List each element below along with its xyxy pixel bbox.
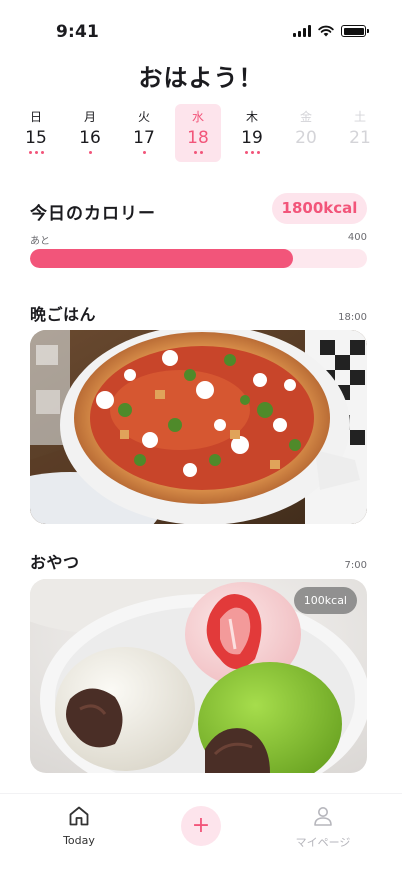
tab-today-label: Today	[63, 834, 95, 847]
meal-dots	[121, 151, 167, 155]
meal-dot	[193, 151, 197, 154]
day-of-week-label: 火	[137, 110, 150, 124]
user-icon	[314, 807, 332, 826]
meal-title-snack: おやつ	[30, 553, 80, 572]
day-of-week-label: 土	[353, 110, 366, 124]
day-number: 15	[25, 128, 47, 148]
day-thursday[interactable]: 木 19	[229, 104, 275, 162]
pizza-photo	[30, 330, 367, 524]
day-of-week-label: 日	[29, 110, 42, 124]
tab-mypage[interactable]: マイページ	[278, 804, 368, 850]
day-of-week-label: 木	[245, 110, 258, 124]
day-number: 18	[187, 128, 209, 148]
wifi-icon	[318, 25, 334, 37]
calorie-goal-badge: 1800kcal	[272, 193, 367, 224]
remaining-label: あと	[30, 236, 50, 247]
dinner-meal-card[interactable]	[30, 330, 367, 524]
day-number: 19	[241, 128, 263, 148]
week-date-strip: 日 15 月 16 火 17 水 18 木 19 金 20 土 21	[10, 104, 394, 164]
meal-time-snack: 7:00	[344, 560, 367, 571]
status-bar: 9:41	[0, 0, 402, 56]
meal-dot	[34, 151, 38, 154]
day-sunday[interactable]: 日 15	[13, 104, 59, 162]
day-number: 16	[79, 128, 101, 148]
home-icon	[69, 806, 89, 826]
day-of-week-label: 水	[191, 110, 204, 124]
meal-title-dinner: 晩ごはん	[30, 305, 97, 324]
meal-dots	[13, 151, 59, 155]
day-wednesday[interactable]: 水 18	[175, 104, 221, 162]
battery-icon	[341, 25, 369, 37]
tab-today[interactable]: Today	[34, 804, 124, 847]
add-meal-button[interactable]: +	[181, 806, 221, 846]
meal-dots	[229, 151, 275, 155]
meal-dot	[40, 151, 44, 154]
meal-dots	[175, 151, 221, 155]
meal-dot	[250, 151, 254, 154]
calorie-section-title: 今日のカロリー	[30, 204, 156, 224]
meal-dot	[28, 151, 32, 154]
meal-dot	[142, 151, 146, 154]
calorie-progress-bar	[30, 249, 367, 268]
day-of-week-label: 月	[83, 110, 96, 124]
status-time: 9:41	[56, 22, 100, 42]
day-number: 21	[349, 128, 371, 148]
meal-dot	[244, 151, 248, 154]
status-icons	[293, 25, 369, 37]
day-monday[interactable]: 月 16	[67, 104, 113, 162]
day-number: 17	[133, 128, 155, 148]
meal-dots	[337, 151, 383, 155]
bottom-tab-bar: Today + マイページ	[0, 793, 402, 875]
meal-dot	[88, 151, 92, 154]
meal-dots	[67, 151, 113, 155]
remaining-value: 400	[347, 232, 367, 243]
day-of-week-label: 金	[299, 110, 312, 124]
page-title: おはよう！	[138, 64, 264, 92]
day-tuesday[interactable]: 火 17	[121, 104, 167, 162]
meal-dots	[283, 151, 329, 155]
tab-mypage-label: マイページ	[295, 836, 351, 849]
day-friday[interactable]: 金 20	[283, 104, 329, 162]
day-number: 20	[295, 128, 317, 148]
snack-kcal-badge: 100kcal	[293, 587, 357, 614]
day-saturday[interactable]: 土 21	[337, 104, 383, 162]
meal-dot	[256, 151, 260, 154]
meal-dot	[199, 151, 203, 154]
calorie-progress-fill	[30, 249, 293, 268]
snack-meal-card[interactable]: 100kcal	[30, 579, 367, 773]
cellular-signal-icon	[293, 25, 311, 37]
meal-time-dinner: 18:00	[338, 312, 367, 323]
